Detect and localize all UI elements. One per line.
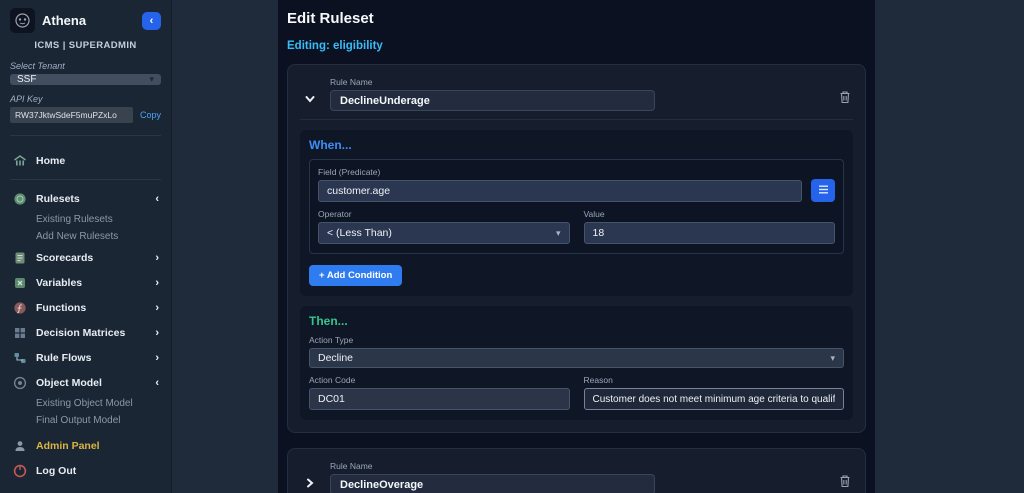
action-type-select[interactable]: Decline ▾ xyxy=(309,348,844,368)
sidebar-item-decision-matrices[interactable]: Decision Matrices › xyxy=(10,320,161,345)
chevron-right-icon[interactable] xyxy=(302,475,318,491)
chevron-down-icon: ▾ xyxy=(149,74,154,85)
sidebar-item-home[interactable]: Home xyxy=(10,148,161,173)
condition-box: Field (Predicate) Operator < (Less Than)… xyxy=(309,159,844,254)
sidebar-item-label: Scorecards xyxy=(36,252,93,264)
page-title: Edit Ruleset xyxy=(287,10,866,27)
reason-label: Reason xyxy=(584,375,845,385)
edit-ruleset-panel: Edit Ruleset Editing: eligibility Rule N… xyxy=(278,0,875,493)
add-condition-button[interactable]: + Add Condition xyxy=(309,265,402,286)
chevron-right-icon: › xyxy=(155,277,159,289)
field-predicate-input[interactable] xyxy=(318,180,802,202)
when-title: When... xyxy=(309,138,844,152)
value-label: Value xyxy=(584,209,836,219)
decision-matrices-icon xyxy=(12,325,27,340)
sidebar-item-existing-rulesets[interactable]: Existing Rulesets xyxy=(10,211,161,228)
action-code-label: Action Code xyxy=(309,375,570,385)
tenant-select[interactable]: SSF ▾ xyxy=(10,74,161,85)
api-key-value[interactable]: RW37JktwSdeF5muPZxLo xyxy=(10,107,133,123)
field-picker-button[interactable] xyxy=(811,179,835,202)
value-input[interactable] xyxy=(584,222,836,244)
sidebar-nav: Home Rulesets ‹ Existing Rulesets Add Ne… xyxy=(10,148,161,458)
api-key-label: API Key xyxy=(10,94,161,104)
rule-card-decline-overage: Rule Name xyxy=(287,448,866,493)
copy-api-key-button[interactable]: Copy xyxy=(140,110,161,120)
rule-header: Rule Name xyxy=(300,73,853,120)
tenant-select-value: SSF xyxy=(17,74,36,85)
reason-input[interactable] xyxy=(584,388,845,410)
chevron-down-icon: ▾ xyxy=(556,228,561,239)
field-predicate-label: Field (Predicate) xyxy=(318,167,802,177)
operator-select-value: < (Less Than) xyxy=(327,227,392,239)
trash-icon xyxy=(839,476,851,491)
sidebar-item-final-output-model[interactable]: Final Output Model xyxy=(10,412,161,429)
sidebar-item-existing-object-model[interactable]: Existing Object Model xyxy=(10,395,161,412)
list-icon xyxy=(818,183,829,198)
object-model-icon xyxy=(12,375,27,390)
then-title: Then... xyxy=(309,314,844,328)
chevron-right-icon: › xyxy=(155,302,159,314)
sidebar-item-label: Variables xyxy=(36,277,82,289)
sidebar-item-label: Admin Panel xyxy=(36,440,100,452)
chevron-right-icon: › xyxy=(155,352,159,364)
logout-icon xyxy=(12,463,27,478)
chevron-right-icon: › xyxy=(155,327,159,339)
chevron-down-icon[interactable] xyxy=(302,91,318,107)
rule-name-input[interactable] xyxy=(330,474,655,493)
sidebar-item-label: Rulesets xyxy=(36,193,80,205)
action-code-input[interactable] xyxy=(309,388,570,410)
sidebar: Athena ‹ ICMS | SUPERADMIN Select Tenant… xyxy=(0,0,172,493)
rule-name-label: Rule Name xyxy=(330,461,655,471)
chevron-right-icon: › xyxy=(155,252,159,264)
trash-icon xyxy=(839,92,851,107)
sidebar-item-rule-flows[interactable]: Rule Flows › xyxy=(10,345,161,370)
sidebar-item-add-new-rulesets[interactable]: Add New Rulesets xyxy=(10,228,161,245)
operator-label: Operator xyxy=(318,209,570,219)
sidebar-collapse-button[interactable]: ‹ xyxy=(142,12,161,30)
chevron-left-icon: ‹ xyxy=(150,15,154,27)
sidebar-item-object-model[interactable]: Object Model ‹ xyxy=(10,370,161,395)
operator-select[interactable]: < (Less Than) ▾ xyxy=(318,222,570,244)
action-type-value: Decline xyxy=(318,352,353,364)
admin-panel-icon xyxy=(12,438,27,453)
divider xyxy=(10,135,161,136)
sidebar-item-scorecards[interactable]: Scorecards › xyxy=(10,245,161,270)
delete-rule-button[interactable] xyxy=(839,90,851,107)
rule-header: Rule Name xyxy=(300,457,853,493)
logout-label: Log Out xyxy=(36,465,76,477)
when-section: When... Field (Predicate) Operator xyxy=(300,130,853,296)
divider xyxy=(10,179,161,180)
sidebar-item-rulesets[interactable]: Rulesets ‹ xyxy=(10,186,161,211)
athena-logo-icon xyxy=(10,8,35,33)
then-section: Then... Action Type Decline ▾ Action Cod… xyxy=(300,306,853,420)
sidebar-item-admin-panel[interactable]: Admin Panel xyxy=(10,433,161,458)
scorecards-icon xyxy=(12,250,27,265)
tenant-role-subtitle: ICMS | SUPERADMIN xyxy=(10,40,161,51)
sidebar-item-functions[interactable]: Functions › xyxy=(10,295,161,320)
rule-name-label: Rule Name xyxy=(330,77,655,87)
rule-card-decline-underage: Rule Name When... Field (Predicate) xyxy=(287,64,866,433)
variables-icon xyxy=(12,275,27,290)
functions-icon xyxy=(12,300,27,315)
sidebar-item-label: Rule Flows xyxy=(36,352,91,364)
brand-name: Athena xyxy=(42,13,86,28)
delete-rule-button[interactable] xyxy=(839,474,851,491)
rule-flows-icon xyxy=(12,350,27,365)
chevron-left-icon: ‹ xyxy=(155,193,159,205)
brand-row: Athena ‹ xyxy=(10,8,161,33)
select-tenant-label: Select Tenant xyxy=(10,61,161,71)
sidebar-item-variables[interactable]: Variables › xyxy=(10,270,161,295)
action-type-label: Action Type xyxy=(309,335,844,345)
logout-button[interactable]: Log Out xyxy=(10,458,161,483)
home-icon xyxy=(12,153,27,168)
sidebar-item-label: Functions xyxy=(36,302,86,314)
chevron-down-icon: ▾ xyxy=(830,353,835,364)
rule-name-input[interactable] xyxy=(330,90,655,111)
sidebar-item-label: Object Model xyxy=(36,377,102,389)
editing-ruleset-label: Editing: eligibility xyxy=(287,40,866,52)
chevron-left-icon: ‹ xyxy=(155,377,159,389)
sidebar-item-label: Decision Matrices xyxy=(36,327,125,339)
sidebar-item-label: Home xyxy=(36,155,65,167)
rulesets-icon xyxy=(12,191,27,206)
